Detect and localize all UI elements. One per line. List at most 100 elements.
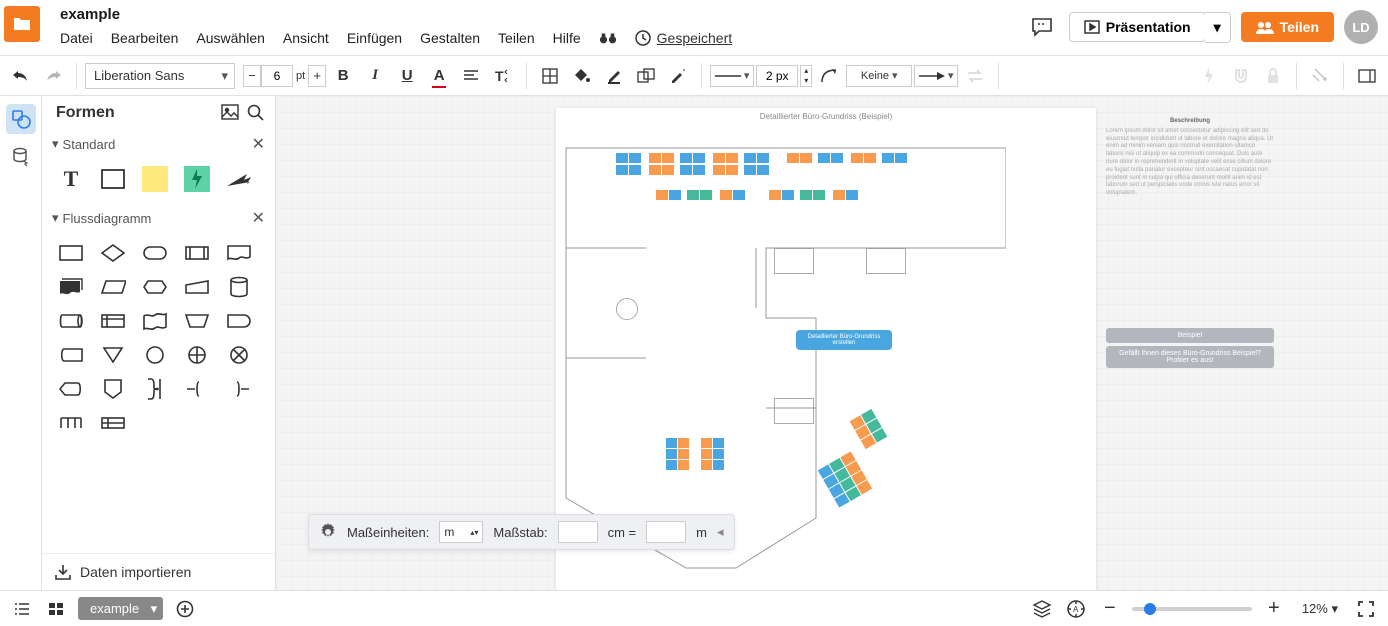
italic-button[interactable]: I bbox=[360, 61, 390, 91]
redo-button[interactable] bbox=[38, 61, 68, 91]
shape-style-button[interactable] bbox=[631, 61, 661, 91]
menu-select[interactable]: Auswählen bbox=[196, 30, 265, 46]
fc-tape[interactable] bbox=[136, 306, 174, 336]
category-flowchart[interactable]: ▾Flussdiagramm bbox=[52, 210, 151, 226]
menu-edit[interactable]: Bearbeiten bbox=[111, 30, 179, 46]
font-select[interactable]: Liberation Sans bbox=[85, 63, 235, 89]
category-standard-close[interactable]: ✕ bbox=[252, 134, 265, 154]
shape-note[interactable] bbox=[136, 164, 174, 194]
swap-ends-button[interactable] bbox=[960, 61, 990, 91]
fc-table[interactable] bbox=[52, 408, 90, 438]
fc-multidoc[interactable] bbox=[52, 272, 90, 302]
bold-button[interactable]: B bbox=[328, 61, 358, 91]
line-width-up[interactable]: ▴ bbox=[801, 66, 811, 76]
fc-sum[interactable] bbox=[220, 340, 258, 370]
shape-text[interactable]: T bbox=[52, 164, 90, 194]
target-icon[interactable]: A bbox=[1064, 597, 1088, 621]
fc-display[interactable] bbox=[52, 374, 90, 404]
data-rail-button[interactable] bbox=[6, 142, 36, 172]
font-size-increase[interactable]: + bbox=[308, 65, 326, 87]
units-select[interactable]: m▴▾ bbox=[439, 521, 483, 543]
menu-view[interactable]: Ansicht bbox=[283, 30, 329, 46]
fc-brace-r[interactable] bbox=[136, 374, 174, 404]
category-flowchart-close[interactable]: ✕ bbox=[252, 208, 265, 228]
line-style-select[interactable]: ▾ bbox=[710, 65, 754, 87]
fill-grid-button[interactable] bbox=[535, 61, 565, 91]
user-avatar[interactable]: LD bbox=[1344, 10, 1378, 44]
side-action-2[interactable]: Gefällt Ihnen dieses Büro-Grundriss Beis… bbox=[1106, 346, 1274, 368]
fc-connector[interactable] bbox=[136, 340, 174, 370]
fc-note-r[interactable] bbox=[178, 374, 216, 404]
magnet-button[interactable] bbox=[1226, 61, 1256, 91]
text-options-button[interactable]: T bbox=[488, 61, 518, 91]
grid-view-button[interactable] bbox=[44, 597, 68, 621]
add-page-button[interactable] bbox=[173, 597, 197, 621]
presentation-button[interactable]: Präsentation bbox=[1069, 12, 1206, 42]
fc-decision[interactable] bbox=[94, 238, 132, 268]
gear-icon[interactable] bbox=[319, 523, 337, 541]
collapse-icon[interactable]: ◂ bbox=[717, 524, 724, 540]
menu-file[interactable]: Datei bbox=[60, 30, 93, 46]
font-size-input[interactable] bbox=[261, 65, 293, 87]
undo-button[interactable] bbox=[6, 61, 36, 91]
import-data-button[interactable]: Daten importieren bbox=[42, 553, 275, 590]
app-folder-icon[interactable] bbox=[4, 6, 40, 42]
menu-insert[interactable]: Einfügen bbox=[347, 30, 402, 46]
share-button[interactable]: Teilen bbox=[1241, 12, 1334, 42]
fc-directdata[interactable] bbox=[52, 306, 90, 336]
canvas[interactable]: Detaillierter Büro-Grundriss (Beispiel) bbox=[276, 96, 1388, 590]
comment-icon[interactable] bbox=[1025, 10, 1059, 44]
zoom-slider[interactable] bbox=[1132, 607, 1252, 611]
fc-predefined[interactable] bbox=[178, 238, 216, 268]
category-standard[interactable]: ▾Standard bbox=[52, 136, 115, 152]
shape-arrow[interactable] bbox=[220, 164, 258, 194]
line-curve-button[interactable] bbox=[814, 61, 844, 91]
fc-manual-op[interactable] bbox=[178, 306, 216, 336]
floorplan-callout[interactable]: Detaillierter Büro-Grundriss erstellen bbox=[796, 330, 892, 350]
binoculars-icon[interactable] bbox=[599, 29, 617, 47]
fc-offpage[interactable] bbox=[94, 374, 132, 404]
fc-document[interactable] bbox=[220, 238, 258, 268]
fc-swimlane[interactable] bbox=[94, 408, 132, 438]
fc-preparation[interactable] bbox=[136, 272, 174, 302]
fc-or[interactable] bbox=[178, 340, 216, 370]
fc-process[interactable] bbox=[52, 238, 90, 268]
outline-view-button[interactable] bbox=[10, 597, 34, 621]
fc-note-l[interactable] bbox=[220, 374, 258, 404]
page-tab[interactable]: example bbox=[78, 597, 163, 620]
fc-stored[interactable] bbox=[52, 340, 90, 370]
presentation-dropdown[interactable]: ▾ bbox=[1205, 12, 1231, 43]
fc-merge[interactable] bbox=[94, 340, 132, 370]
shapes-rail-button[interactable] bbox=[6, 104, 36, 134]
text-color-button[interactable]: A bbox=[424, 61, 454, 91]
search-icon[interactable] bbox=[247, 104, 265, 122]
lock-button[interactable] bbox=[1258, 61, 1288, 91]
preferences-button[interactable] bbox=[1305, 61, 1335, 91]
zoom-out-button[interactable]: − bbox=[1098, 597, 1122, 621]
fc-internal[interactable] bbox=[94, 306, 132, 336]
image-icon[interactable] bbox=[221, 104, 239, 122]
fc-delay[interactable] bbox=[220, 306, 258, 336]
menu-share[interactable]: Teilen bbox=[498, 30, 535, 46]
fc-input[interactable] bbox=[178, 272, 216, 302]
align-button[interactable] bbox=[456, 61, 486, 91]
scale-to-input[interactable] bbox=[646, 521, 686, 543]
scale-from-input[interactable] bbox=[558, 521, 598, 543]
line-start-select[interactable]: Keine▾ bbox=[846, 65, 912, 87]
magic-button[interactable] bbox=[663, 61, 693, 91]
shape-hotspot[interactable] bbox=[178, 164, 216, 194]
zoom-level[interactable]: 12% ▾ bbox=[1296, 599, 1344, 619]
fill-color-button[interactable] bbox=[567, 61, 597, 91]
layers-icon[interactable] bbox=[1030, 597, 1054, 621]
fc-database[interactable] bbox=[220, 272, 258, 302]
line-end-select[interactable]: ▾ bbox=[914, 65, 958, 87]
side-action-1[interactable]: Beispiel bbox=[1106, 328, 1274, 343]
underline-button[interactable]: U bbox=[392, 61, 422, 91]
line-width-down[interactable]: ▾ bbox=[801, 76, 811, 86]
shape-block[interactable] bbox=[94, 164, 132, 194]
fc-data[interactable] bbox=[94, 272, 132, 302]
font-size-decrease[interactable]: − bbox=[243, 65, 261, 87]
fc-terminator[interactable] bbox=[136, 238, 174, 268]
zoom-in-button[interactable]: + bbox=[1262, 597, 1286, 621]
menu-arrange[interactable]: Gestalten bbox=[420, 30, 480, 46]
